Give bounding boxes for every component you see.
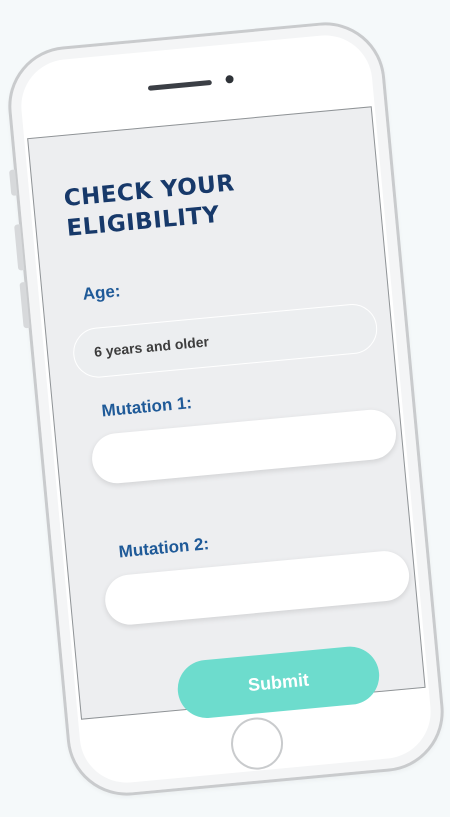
volume-down-button: [19, 281, 30, 329]
mutation-1-input[interactable]: [89, 407, 399, 486]
age-label: Age:: [81, 281, 122, 304]
camera-icon: [225, 74, 234, 84]
phone-frame: CHECK YOUR ELIGIBILITY Age: 6 years and …: [3, 17, 449, 801]
mutation-1-label: Mutation 1:: [100, 393, 193, 421]
mutation-2-label: Mutation 2:: [117, 534, 210, 562]
age-select[interactable]: 6 years and older: [71, 301, 380, 380]
mutation-2-input[interactable]: [102, 548, 412, 627]
mute-switch: [8, 169, 18, 196]
app-screen: CHECK YOUR ELIGIBILITY Age: 6 years and …: [27, 106, 426, 721]
page-title: CHECK YOUR ELIGIBILITY: [62, 170, 236, 242]
volume-up-button: [14, 224, 25, 271]
age-value: 6 years and older: [93, 333, 210, 360]
home-button-icon: [228, 715, 286, 772]
speaker-icon: [147, 79, 213, 91]
page: CHECK YOUR ELIGIBILITY Age: 6 years and …: [0, 0, 450, 817]
submit-button[interactable]: Submit: [175, 644, 382, 721]
